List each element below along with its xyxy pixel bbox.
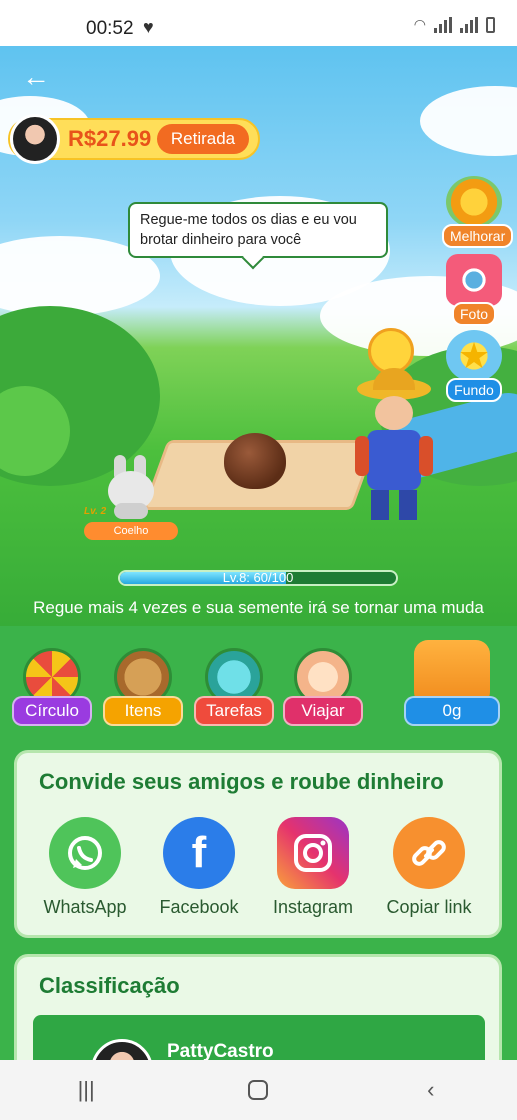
pet-level: Lv. 2	[84, 506, 107, 517]
star-icon: ★	[446, 330, 502, 382]
camera-icon	[446, 254, 502, 306]
facebook-label: Facebook	[159, 897, 239, 917]
facebook-icon: f	[163, 817, 235, 889]
avatar[interactable]	[10, 114, 60, 164]
background-label: Fundo	[446, 378, 502, 402]
tasks-label: Tarefas	[194, 696, 274, 726]
travel-button[interactable]: Viajar	[283, 648, 363, 726]
back-icon[interactable]: ‹	[411, 1070, 451, 1110]
copy-link[interactable]: Copiar link	[379, 817, 479, 918]
rabbit-pet[interactable]	[106, 455, 156, 520]
wheel-label: Círculo	[12, 696, 92, 726]
travel-label: Viajar	[283, 696, 363, 726]
watering-can-button[interactable]: 0g	[404, 640, 500, 726]
instagram-icon	[277, 817, 349, 889]
invite-card: Convide seus amigos e roube dinheiro Wha…	[14, 750, 502, 938]
ranking-title: Classificação	[39, 973, 180, 998]
signal-icon	[434, 17, 452, 33]
status-time: 00:52	[86, 18, 134, 39]
tasks-button[interactable]: Tarefas	[194, 648, 274, 726]
back-arrow-icon[interactable]: ←	[22, 62, 52, 92]
seed[interactable]	[224, 433, 286, 489]
farmer-character	[355, 368, 433, 528]
pet-name[interactable]: Coelho	[84, 522, 178, 540]
recent-apps-icon[interactable]: |||	[66, 1070, 106, 1110]
whatsapp-icon	[49, 817, 121, 889]
signal-icon-2	[460, 17, 478, 33]
water-amount: 0g	[404, 696, 500, 726]
whatsapp-label: WhatsApp	[43, 897, 127, 917]
speech-bubble: Regue-me todos os dias e eu vou brotar d…	[128, 202, 388, 258]
home-icon[interactable]	[238, 1070, 278, 1110]
flower-icon	[446, 176, 502, 228]
photo-button[interactable]: Foto	[442, 254, 506, 326]
system-nav-bar: ||| ‹	[0, 1060, 517, 1120]
items-label: Itens	[103, 696, 183, 726]
wheel-button[interactable]: Círculo	[12, 648, 92, 726]
items-button[interactable]: Itens	[103, 648, 183, 726]
link-icon	[393, 817, 465, 889]
upgrade-label: Melhorar	[442, 224, 514, 248]
background-button[interactable]: ★ Fundo	[442, 330, 506, 402]
share-whatsapp[interactable]: WhatsApp	[35, 817, 135, 918]
upgrade-button[interactable]: Melhorar	[442, 176, 514, 248]
invite-title: Convide seus amigos e roube dinheiro	[39, 769, 444, 794]
progress-text: Lv.8: 60/100	[222, 570, 294, 585]
battery-icon	[486, 17, 495, 33]
heart-icon: ♥	[143, 17, 154, 37]
balance-amount: R$27.99	[68, 126, 152, 151]
copy-link-label: Copiar link	[386, 897, 472, 917]
share-facebook[interactable]: f Facebook	[149, 817, 249, 918]
withdraw-button[interactable]: Retirada	[157, 124, 249, 154]
growth-hint: Regue mais 4 vezes e sua semente irá se …	[33, 598, 484, 617]
wifi-icon: ◠	[413, 16, 426, 32]
share-instagram[interactable]: Instagram	[263, 817, 363, 918]
instagram-label: Instagram	[272, 897, 354, 917]
photo-label: Foto	[451, 302, 496, 326]
status-icons: ◠	[414, 16, 495, 33]
status-bar: 00:52 ♥ ◠	[0, 0, 517, 46]
